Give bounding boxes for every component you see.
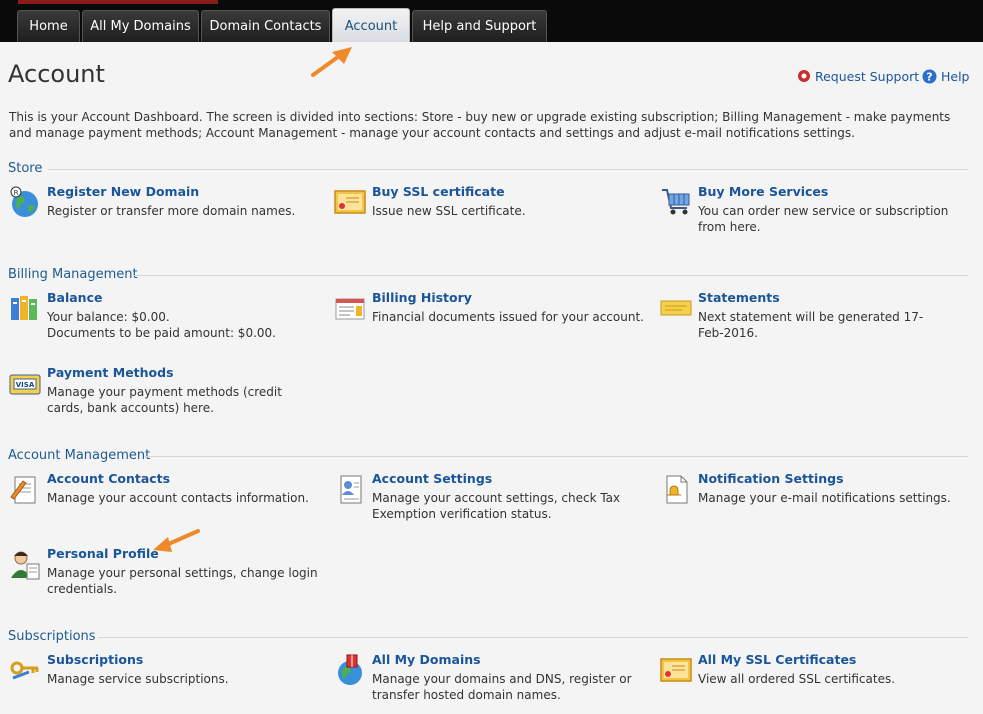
item-description: Issue new SSL certificate. (372, 204, 526, 218)
request-support-link[interactable]: Request Support (797, 69, 919, 84)
divider (145, 456, 968, 457)
item-description: Manage your payment methods (credit card… (47, 385, 282, 415)
item-title[interactable]: Account Contacts (47, 471, 170, 486)
tab-help-and-support[interactable]: Help and Support (412, 10, 547, 42)
divider (98, 637, 968, 638)
divider (48, 169, 968, 170)
item-description: Next statement will be generated 17-Feb-… (698, 310, 924, 340)
notification-icon (666, 475, 688, 504)
item-description: Manage your domains and DNS, register or… (372, 672, 632, 702)
ssl-certificate-icon (660, 658, 692, 682)
item-description: View all ordered SSL certificates. (698, 672, 896, 686)
item-title[interactable]: Buy SSL certificate (372, 184, 505, 199)
item-description: Register or transfer more domain names. (47, 204, 296, 218)
item-title[interactable]: All My Domains (372, 652, 481, 667)
item-description: Manage your personal settings, change lo… (47, 566, 318, 596)
item-title[interactable]: Account Settings (372, 471, 492, 486)
user-profile-icon (11, 551, 40, 580)
section-title-account-management: Account Management (8, 448, 151, 463)
intro-text: This is your Account Dashboard. The scre… (9, 110, 951, 140)
section-title-billing-management: Billing Management (8, 267, 138, 282)
item-description: Manage your account contacts information… (47, 491, 309, 505)
tab-all-my-domains[interactable]: All My Domains (82, 10, 199, 42)
shopping-cart-icon (662, 189, 690, 215)
balance-binders-icon (11, 296, 37, 320)
section-title-store: Store (8, 161, 43, 176)
annotation-arrow (153, 529, 200, 552)
item-description: Financial documents issued for your acco… (372, 310, 644, 324)
annotation-arrow (311, 47, 352, 77)
tab-domain-contacts[interactable]: Domain Contacts (201, 10, 330, 42)
item-title[interactable]: Personal Profile (47, 546, 159, 561)
item-title[interactable]: Register New Domain (47, 184, 199, 199)
item-title[interactable]: Payment Methods (47, 365, 174, 380)
item-title[interactable]: Notification Settings (698, 471, 844, 486)
request-support-label: Request Support (814, 69, 920, 84)
divider (134, 275, 968, 276)
billing-history-icon (335, 298, 365, 320)
item-title[interactable]: Billing History (372, 290, 472, 305)
keys-icon (10, 661, 39, 680)
top-nav-bar: Home All My Domains Domain Contacts Acco… (0, 0, 983, 42)
tab-account[interactable]: Account (332, 8, 410, 42)
item-title[interactable]: Buy More Services (698, 184, 828, 199)
credit-card-icon: VISA (9, 374, 41, 395)
item-description: Manage service subscriptions. (47, 672, 229, 686)
certificate-icon (334, 190, 366, 214)
svg-text:R: R (14, 189, 19, 197)
item-description: Manage your e-mail notifications setting… (698, 491, 951, 505)
item-description: You can order new service or subscriptio… (698, 204, 949, 234)
item-title[interactable]: All My SSL Certificates (698, 652, 856, 667)
contacts-book-icon (10, 476, 36, 504)
item-title[interactable]: Statements (698, 290, 780, 305)
item-description: Your balance: $0.00. (47, 310, 170, 324)
section-title-subscriptions: Subscriptions (8, 629, 96, 644)
tab-home[interactable]: Home (17, 10, 80, 42)
item-title[interactable]: Subscriptions (47, 652, 143, 667)
item-title[interactable]: Balance (47, 290, 102, 305)
logo (18, 0, 218, 4)
support-icon (798, 70, 810, 82)
item-description: Manage your account settings, check Tax … (372, 491, 621, 521)
item-description-line2: Documents to be paid amount: $0.00. (47, 326, 276, 340)
page-title: Account (8, 60, 105, 88)
account-settings-icon (340, 475, 362, 504)
help-icon: ? (922, 69, 937, 84)
globe-icon: R (10, 186, 38, 217)
domains-globe-icon (338, 654, 362, 685)
svg-text:VISA: VISA (16, 381, 35, 389)
help-link[interactable]: ? Help (922, 69, 969, 84)
help-label: Help (940, 69, 970, 84)
statements-icon (660, 300, 692, 316)
svg-text:?: ? (926, 71, 932, 84)
